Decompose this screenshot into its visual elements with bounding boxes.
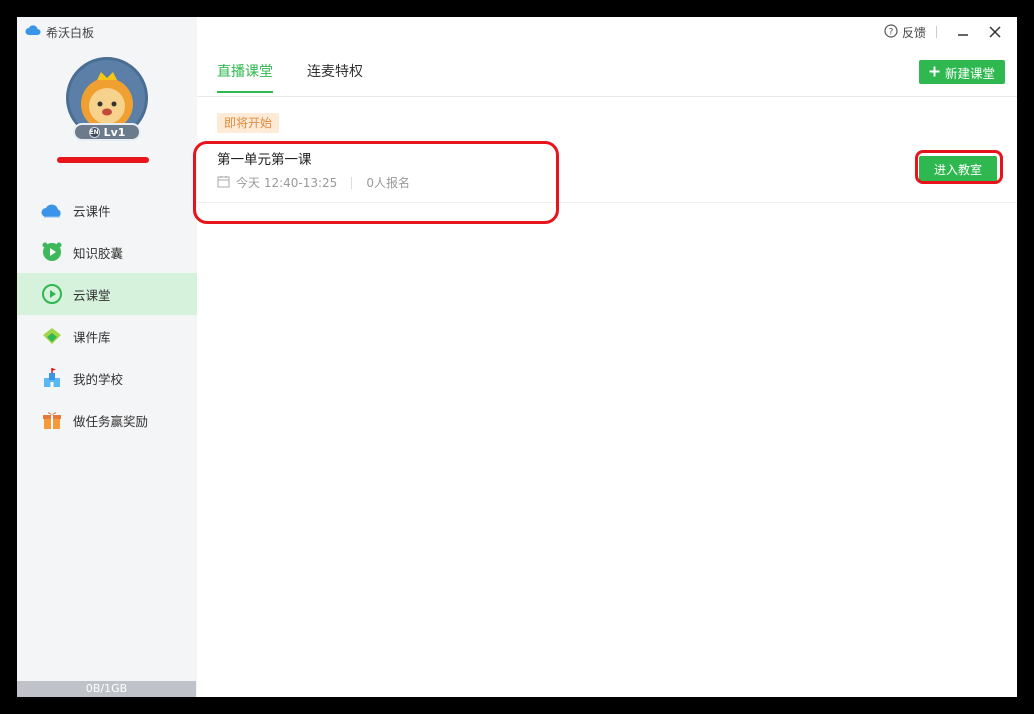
tab-bar: 直播课堂 连麦特权: [217, 61, 363, 93]
titlebar: ? 反馈: [884, 17, 1017, 47]
sidebar-item-knowledge-capsule[interactable]: 知识胶囊: [17, 231, 197, 273]
gift-icon: [41, 409, 63, 431]
school-icon: [41, 367, 63, 389]
capsule-icon: [41, 241, 63, 263]
sidebar-item-label: 云课件: [73, 203, 111, 219]
tab-divider: [197, 96, 1017, 97]
titlebar-divider: [936, 26, 937, 38]
plus-icon: [929, 65, 940, 80]
level-label: Lv1: [103, 125, 126, 139]
tab-mic-privilege[interactable]: 连麦特权: [307, 61, 363, 93]
new-class-button[interactable]: 新建课堂: [918, 60, 1005, 84]
sidebar-item-courseware-library[interactable]: 课件库: [17, 315, 197, 357]
library-icon: [41, 325, 63, 347]
status-badge: 即将开始: [217, 113, 280, 133]
annotation-highlight-enter-button: [915, 150, 1003, 184]
sidebar-item-label: 云课堂: [73, 287, 111, 303]
sidebar-item-my-school[interactable]: 我的学校: [17, 357, 197, 399]
feedback-label: 反馈: [901, 25, 926, 40]
sidebar-item-label: 做任务赢奖励: [73, 413, 149, 429]
main-panel: ? 反馈 直播课堂 连麦特权 新建课堂 即将开始 第一单元第一课 今天 12:4…: [193, 17, 1017, 697]
play-circle-icon: [41, 283, 63, 305]
sidebar: 希沃白板 EN Lv1 云课件 知识胶囊 云课堂 课件库 我的学校 做任务赢奖励…: [17, 17, 198, 697]
app-title: 希沃白板: [46, 25, 95, 40]
user-avatar-block[interactable]: EN Lv1: [66, 57, 148, 141]
new-class-label: 新建课堂: [944, 65, 995, 81]
sidebar-item-cloud-courseware[interactable]: 云课件: [17, 189, 197, 231]
minimize-icon: [958, 34, 968, 36]
sidebar-item-cloud-classroom[interactable]: 云课堂: [17, 273, 197, 315]
app-title-bar: 希沃白板: [25, 24, 94, 40]
app-window: 希沃白板 EN Lv1 云课件 知识胶囊 云课堂 课件库 我的学校 做任务赢奖励…: [17, 17, 1017, 697]
tab-live-classroom[interactable]: 直播课堂: [217, 61, 273, 93]
sidebar-item-label: 知识胶囊: [73, 245, 124, 261]
storage-usage: 0B/1GB: [17, 681, 196, 697]
level-icon: EN: [88, 126, 100, 138]
sidebar-item-label: 课件库: [73, 329, 111, 345]
sidebar-item-tasks-rewards[interactable]: 做任务赢奖励: [17, 399, 197, 441]
close-button[interactable]: [985, 22, 1005, 42]
cloud-icon: [41, 199, 63, 221]
sidebar-nav: 云课件 知识胶囊 云课堂 课件库 我的学校 做任务赢奖励: [17, 189, 197, 441]
username-redacted: [57, 155, 153, 165]
sidebar-item-label: 我的学校: [73, 371, 124, 387]
redaction-mark: [57, 157, 149, 163]
level-badge: EN Lv1: [73, 123, 141, 141]
minimize-button[interactable]: [953, 22, 973, 42]
question-icon: ?: [884, 23, 898, 41]
svg-text:?: ?: [889, 27, 894, 37]
close-icon: [989, 26, 1001, 38]
annotation-highlight-course: [193, 141, 559, 224]
app-logo-icon: [25, 25, 41, 39]
feedback-button[interactable]: ? 反馈: [884, 23, 926, 41]
